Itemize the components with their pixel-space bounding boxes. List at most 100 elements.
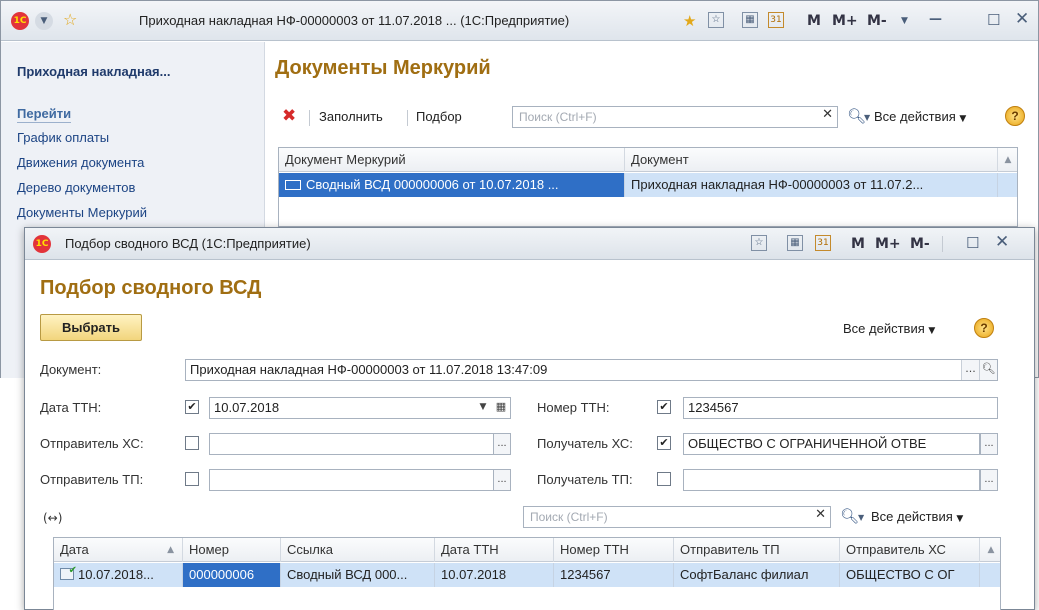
ellipsis-button[interactable]: ... [961, 360, 979, 380]
sidebar-item-payment-schedule[interactable]: График оплаты [17, 130, 109, 145]
all-actions-label: Все действия [874, 109, 956, 124]
memo-plus-button[interactable]: M+ [832, 12, 858, 30]
sort-icon: ▲ [167, 545, 174, 555]
mercury-documents-table[interactable]: Документ Меркурий Документ ▲ Сводный ВСД… [278, 147, 1018, 227]
date-ttn-value: 10.07.2018 [214, 400, 280, 415]
column-header-document[interactable]: Документ [625, 148, 998, 172]
sidebar-document-title[interactable]: Приходная накладная... [17, 64, 170, 79]
close-icon[interactable]: ✕ [1015, 10, 1029, 28]
calendar-icon[interactable]: 31 [768, 12, 784, 28]
help-icon[interactable]: ? [1005, 106, 1025, 126]
date-ttn-checkbox[interactable]: ✔ [185, 400, 199, 414]
sidebar-item-document-tree[interactable]: Дерево документов [17, 180, 135, 195]
search-options-chevron-icon[interactable]: ▼ [864, 109, 870, 127]
column-header-sender-tp[interactable]: Отправитель ТП [674, 538, 840, 562]
all-actions-menu[interactable]: Все действия ▼ [874, 109, 966, 124]
table-cell: ✔ 10.07.2018... [54, 563, 183, 587]
column-header-sender-hs[interactable]: Отправитель ХС [840, 538, 980, 562]
star-icon[interactable]: ☆ [63, 11, 77, 29]
column-header-link[interactable]: Ссылка [281, 538, 435, 562]
memo-plus-button[interactable]: M+ [875, 235, 901, 253]
dialog-titlebar: 1С Подбор сводного ВСД (1С:Предприятие) … [25, 228, 1034, 260]
sender-hs-checkbox[interactable] [185, 436, 199, 450]
receiver-hs-label: Получатель ХС: [537, 436, 633, 451]
memo-minus-button[interactable]: M- [910, 235, 930, 253]
table-cell: 1234567 [554, 563, 674, 587]
maximize-icon[interactable]: ☐ [966, 234, 979, 252]
receiver-hs-checkbox[interactable]: ✔ [657, 436, 671, 450]
num-ttn-field[interactable]: 1234567 [683, 397, 998, 419]
open-icon[interactable]: 🔍︎ [979, 360, 997, 380]
choose-button[interactable]: Выбрать [40, 314, 142, 341]
column-header-num-ttn[interactable]: Номер ТТН [554, 538, 674, 562]
table-cell: 10.07.2018 [435, 563, 554, 587]
vsd-list-table[interactable]: Дата ▲ Номер Ссылка Дата ТТН Номер ТТН От… [53, 537, 1001, 610]
sidebar-go-heading: Перейти [17, 106, 72, 123]
sender-tp-select-button[interactable]: ... [493, 469, 511, 491]
all-actions-label: Все действия [843, 321, 925, 336]
receiver-hs-select-button[interactable]: ... [980, 433, 998, 455]
all-actions-menu[interactable]: Все действия ▼ [843, 321, 935, 336]
receiver-tp-checkbox[interactable] [657, 472, 671, 486]
search-icon[interactable]: 🔍︎ [840, 507, 859, 525]
dropdown-icon[interactable]: ▼ [474, 398, 492, 418]
table-row[interactable]: ✔ 10.07.2018... 000000006 Сводный ВСД 000… [54, 563, 1000, 587]
memo-m-button[interactable]: M [807, 12, 821, 30]
document-field[interactable]: Приходная накладная НФ-00000003 от 11.07… [185, 359, 998, 381]
memo-minus-button[interactable]: M- [867, 12, 887, 30]
help-icon[interactable]: ? [974, 318, 994, 338]
list-all-actions-menu[interactable]: Все действия ▼ [871, 509, 963, 524]
close-icon[interactable]: ✕ [995, 233, 1009, 251]
memo-m-button[interactable]: M [851, 235, 865, 253]
scroll-up-icon[interactable]: ▲ [999, 148, 1017, 172]
menu-dropdown-icon[interactable]: ▼ [35, 12, 53, 30]
table-cell: Приходная накладная НФ-00000003 от 11.07… [625, 173, 998, 197]
favorites-icon[interactable]: ★ [683, 12, 696, 30]
expand-arrows-icon[interactable]: (↔) [43, 511, 62, 525]
date-ttn-field[interactable]: 10.07.2018 ▼ ▦ [209, 397, 511, 419]
date-ttn-label: Дата ТТН: [40, 400, 102, 415]
column-header-mercury-doc[interactable]: Документ Меркурий [279, 148, 625, 172]
sidebar-item-document-movements[interactable]: Движения документа [17, 155, 144, 170]
calculator-icon[interactable]: ▦ [742, 12, 758, 28]
dialog-title: Подбор сводного ВСД (1С:Предприятие) [65, 236, 311, 251]
sender-tp-field[interactable] [209, 469, 494, 491]
receiver-tp-select-button[interactable]: ... [980, 469, 998, 491]
minimize-icon[interactable]: — [929, 11, 942, 29]
calendar-icon[interactable]: 31 [815, 235, 831, 251]
select-button[interactable]: Подбор [416, 109, 462, 124]
search-placeholder: Поиск (Ctrl+F) [519, 110, 597, 124]
clear-search-icon[interactable]: ✕ [815, 507, 826, 522]
link-icon[interactable]: ☆ [708, 12, 724, 28]
chevron-down-icon[interactable]: ▼ [901, 12, 908, 30]
num-ttn-checkbox[interactable]: ✔ [657, 400, 671, 414]
clear-search-icon[interactable]: ✕ [822, 107, 833, 122]
list-search-input[interactable]: Поиск (Ctrl+F) ✕ [523, 506, 831, 528]
chevron-down-icon: ▼ [928, 326, 936, 336]
column-header-date-ttn[interactable]: Дата ТТН [435, 538, 554, 562]
select-vsd-dialog: 1С Подбор сводного ВСД (1С:Предприятие) … [24, 227, 1035, 610]
table-cell-text: 10.07.2018... [78, 567, 154, 582]
sender-tp-checkbox[interactable] [185, 472, 199, 486]
table-row[interactable]: Сводный ВСД 000000006 от 10.07.2018 ... … [279, 173, 1017, 197]
delete-icon[interactable]: ✖ [282, 106, 296, 126]
calculator-icon[interactable]: ▦ [787, 235, 803, 251]
link-icon[interactable]: ☆ [751, 235, 767, 251]
fill-button[interactable]: Заполнить [319, 109, 383, 124]
table-cell: Сводный ВСД 000... [281, 563, 435, 587]
column-header-number[interactable]: Номер [183, 538, 281, 562]
sidebar-item-mercury-documents[interactable]: Документы Меркурий [17, 205, 147, 220]
search-options-chevron-icon[interactable]: ▼ [858, 509, 864, 527]
receiver-hs-field[interactable]: ОБЩЕСТВО С ОГРАНИЧЕННОЙ ОТВЕ [683, 433, 980, 455]
column-header-date[interactable]: Дата ▲ [54, 538, 183, 562]
sender-hs-field[interactable] [209, 433, 494, 455]
maximize-icon[interactable]: ☐ [987, 11, 1000, 29]
receiver-tp-field[interactable] [683, 469, 980, 491]
scroll-up-icon[interactable]: ▲ [982, 538, 1000, 562]
search-input[interactable]: Поиск (Ctrl+F) ✕ [512, 106, 838, 128]
1c-logo-icon[interactable]: 1С [33, 235, 51, 253]
receiver-tp-label: Получатель ТП: [537, 472, 633, 487]
calendar-icon[interactable]: ▦ [492, 398, 510, 418]
sender-hs-select-button[interactable]: ... [493, 433, 511, 455]
1c-logo-icon[interactable]: 1С [11, 12, 29, 30]
